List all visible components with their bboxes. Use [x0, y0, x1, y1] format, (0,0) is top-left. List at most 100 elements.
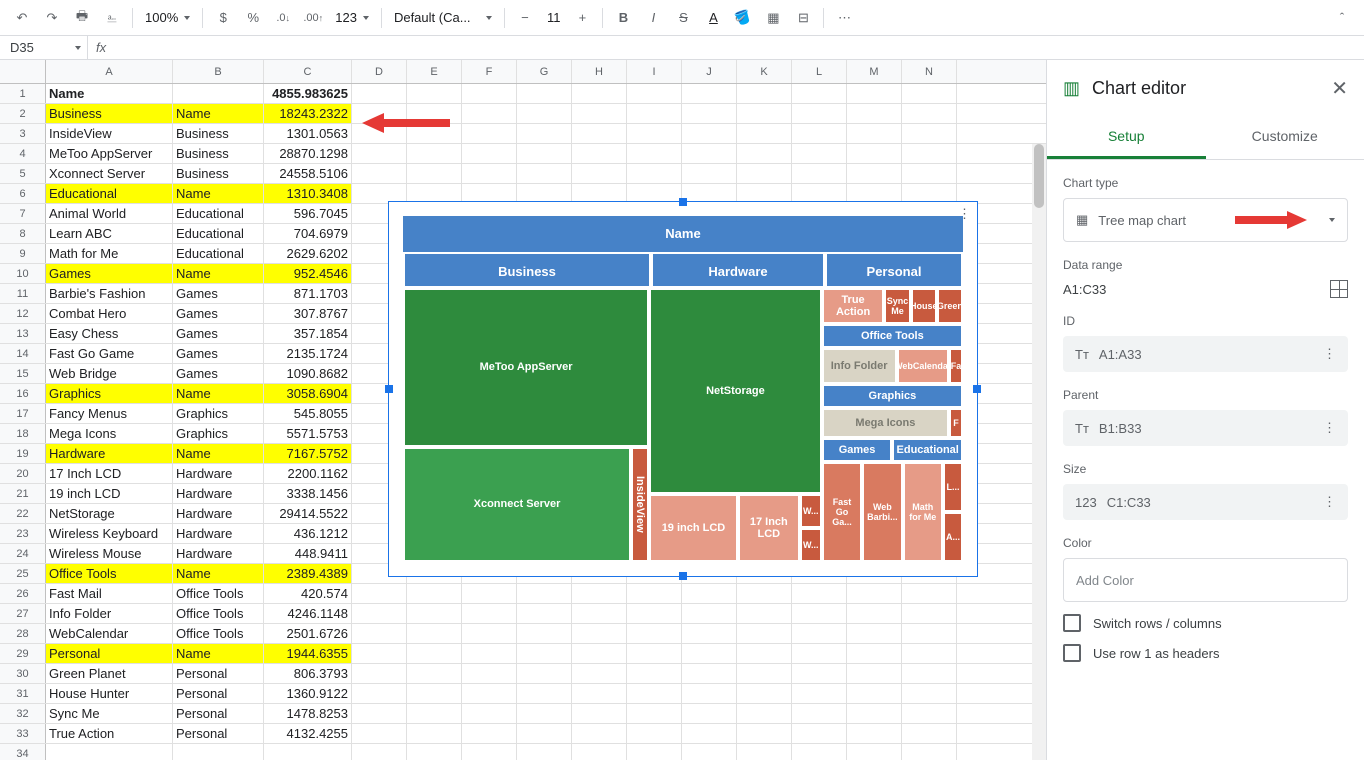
cell[interactable]: Fast Mail — [46, 584, 173, 603]
row-header[interactable]: 11 — [0, 284, 46, 303]
cell[interactable] — [792, 744, 847, 760]
cell[interactable]: Name — [173, 444, 264, 463]
row-header[interactable]: 3 — [0, 124, 46, 143]
row-header[interactable]: 9 — [0, 244, 46, 263]
cell[interactable]: MeToo AppServer — [46, 144, 173, 163]
cell[interactable] — [847, 164, 902, 183]
cell[interactable]: 29414.5522 — [264, 504, 352, 523]
column-header[interactable]: I — [627, 60, 682, 83]
cell[interactable] — [517, 124, 572, 143]
cell[interactable] — [627, 744, 682, 760]
row-header[interactable]: 20 — [0, 464, 46, 483]
cell[interactable] — [572, 724, 627, 743]
cell[interactable] — [572, 164, 627, 183]
cell[interactable]: Name — [173, 184, 264, 203]
cell[interactable] — [627, 124, 682, 143]
cell[interactable]: 7167.5752 — [264, 444, 352, 463]
cell[interactable] — [572, 604, 627, 623]
cell[interactable] — [902, 684, 957, 703]
italic-button[interactable]: I — [639, 4, 667, 32]
cell[interactable]: WebCalendar — [46, 624, 173, 643]
cell[interactable] — [572, 84, 627, 103]
table-row[interactable]: 3InsideViewBusiness1301.0563 — [0, 124, 1046, 144]
cell[interactable] — [517, 744, 572, 760]
text-color-button[interactable]: A — [699, 4, 727, 32]
borders-button[interactable]: ▦ — [759, 4, 787, 32]
cell[interactable] — [902, 604, 957, 623]
table-row[interactable]: 5Xconnect ServerBusiness24558.5106 — [0, 164, 1046, 184]
cell[interactable]: Games — [46, 264, 173, 283]
cell[interactable] — [572, 124, 627, 143]
name-box[interactable]: D35 — [0, 36, 88, 59]
cell[interactable]: Personal — [173, 704, 264, 723]
cell[interactable]: 17 Inch LCD — [46, 464, 173, 483]
table-row[interactable]: 4MeToo AppServerBusiness28870.1298 — [0, 144, 1046, 164]
cell[interactable] — [682, 104, 737, 123]
cell[interactable]: Sync Me — [46, 704, 173, 723]
cell[interactable] — [572, 684, 627, 703]
cell[interactable]: Personal — [173, 684, 264, 703]
increase-decimal-button[interactable]: .00↑ — [299, 4, 327, 32]
cell[interactable] — [737, 104, 792, 123]
cell[interactable] — [572, 624, 627, 643]
cell[interactable] — [407, 164, 462, 183]
column-header[interactable]: E — [407, 60, 462, 83]
cell[interactable] — [682, 604, 737, 623]
cell[interactable] — [792, 144, 847, 163]
cell[interactable] — [847, 104, 902, 123]
cell[interactable] — [847, 84, 902, 103]
table-row[interactable]: 34 — [0, 744, 1046, 760]
cell[interactable] — [572, 584, 627, 603]
cell[interactable] — [462, 724, 517, 743]
row-header[interactable]: 24 — [0, 544, 46, 563]
cell[interactable] — [737, 604, 792, 623]
cell[interactable]: Games — [173, 324, 264, 343]
cell[interactable] — [407, 584, 462, 603]
cell[interactable] — [627, 624, 682, 643]
cell[interactable]: Web Bridge — [46, 364, 173, 383]
cell[interactable]: 1301.0563 — [264, 124, 352, 143]
cell[interactable]: Name — [173, 104, 264, 123]
cell[interactable]: 448.9411 — [264, 544, 352, 563]
cell[interactable] — [462, 644, 517, 663]
cell[interactable] — [682, 584, 737, 603]
cell[interactable]: Graphics — [173, 404, 264, 423]
table-row[interactable]: 28WebCalendarOffice Tools2501.6726 — [0, 624, 1046, 644]
row-header[interactable]: 14 — [0, 344, 46, 363]
cell[interactable] — [352, 124, 407, 143]
cell[interactable] — [627, 164, 682, 183]
cell[interactable] — [352, 724, 407, 743]
cell[interactable]: Name — [173, 564, 264, 583]
cell[interactable] — [737, 584, 792, 603]
cell[interactable]: 307.8767 — [264, 304, 352, 323]
cell[interactable] — [627, 704, 682, 723]
cell[interactable] — [572, 664, 627, 683]
cell[interactable] — [352, 684, 407, 703]
cell[interactable] — [462, 744, 517, 760]
cell[interactable]: Educational — [173, 224, 264, 243]
cell[interactable] — [792, 724, 847, 743]
row-header[interactable]: 23 — [0, 524, 46, 543]
cell[interactable] — [682, 644, 737, 663]
column-header[interactable]: H — [572, 60, 627, 83]
cell[interactable]: True Action — [46, 724, 173, 743]
column-header[interactable]: A — [46, 60, 173, 83]
cell[interactable] — [847, 724, 902, 743]
cell[interactable] — [627, 84, 682, 103]
cell[interactable] — [462, 104, 517, 123]
field-menu-button[interactable]: ⋮ — [1323, 494, 1336, 510]
cell[interactable] — [682, 144, 737, 163]
cell[interactable]: Games — [173, 364, 264, 383]
cell[interactable] — [352, 144, 407, 163]
collapse-toolbar-button[interactable]: ˆ — [1328, 4, 1356, 32]
cell[interactable]: Business — [173, 124, 264, 143]
cell[interactable] — [352, 584, 407, 603]
cell[interactable] — [352, 84, 407, 103]
cell[interactable]: Green Planet — [46, 664, 173, 683]
cell[interactable] — [847, 684, 902, 703]
cell[interactable]: 1360.9122 — [264, 684, 352, 703]
cell[interactable] — [737, 704, 792, 723]
cell[interactable] — [462, 684, 517, 703]
close-button[interactable]: ✕ — [1331, 76, 1348, 101]
cell[interactable] — [462, 124, 517, 143]
